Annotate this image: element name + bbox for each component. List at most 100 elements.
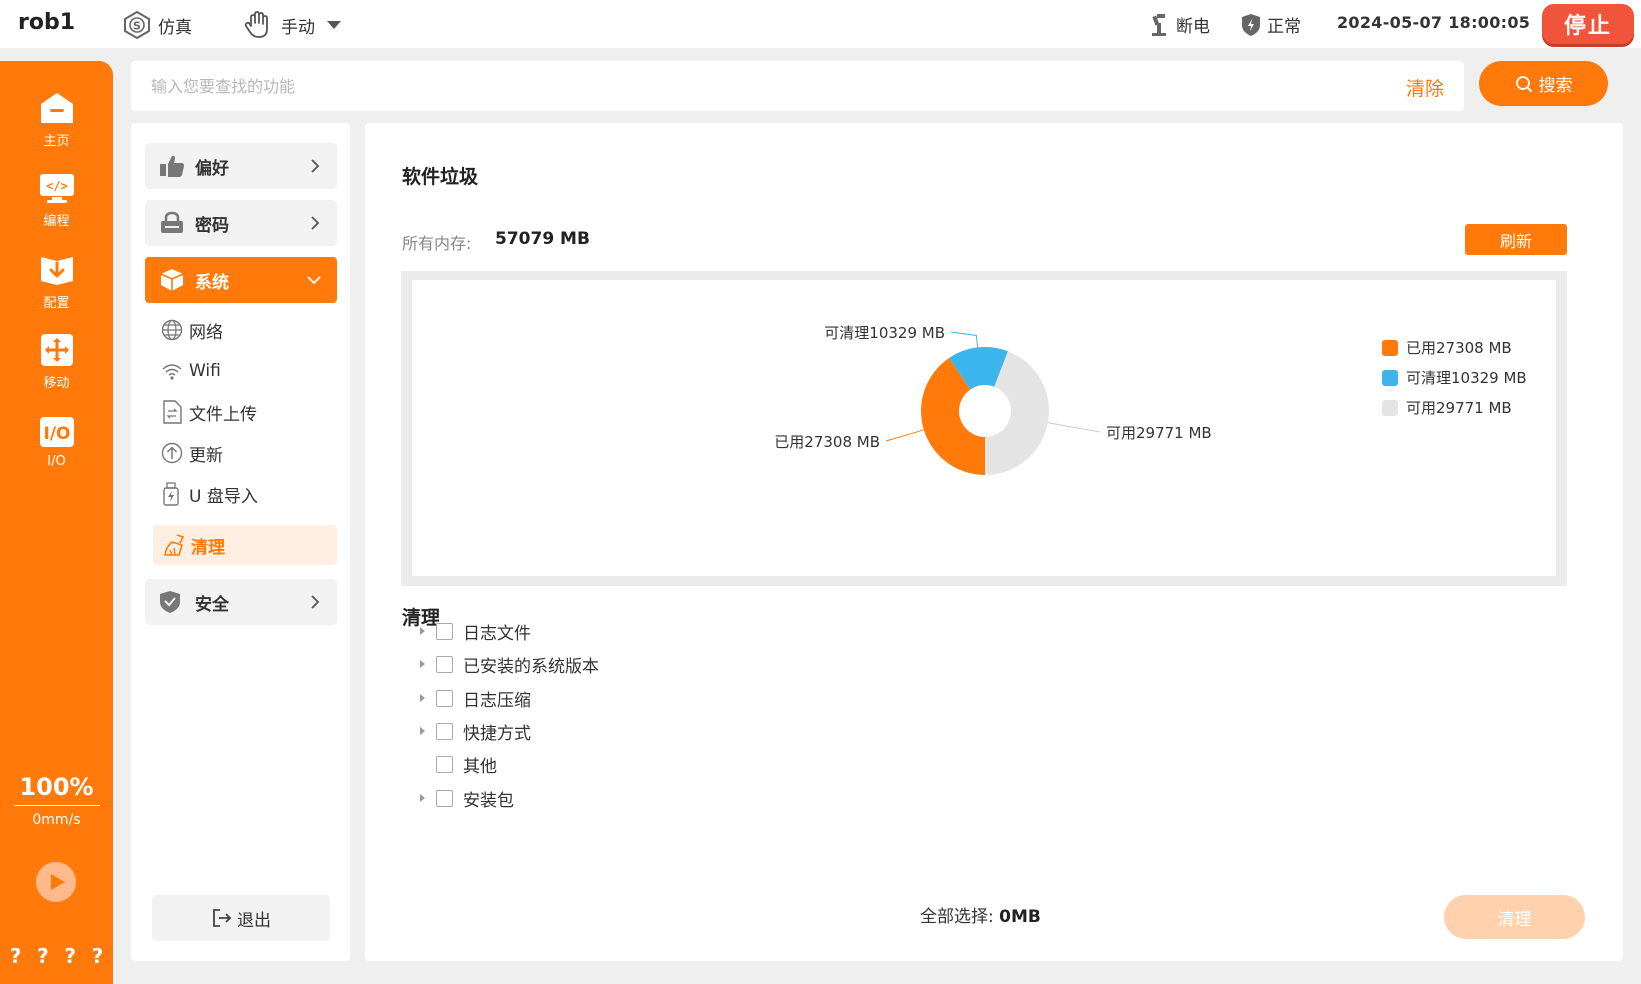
slice-label: 已用27308 MB bbox=[774, 433, 880, 451]
caret-right-icon[interactable] bbox=[412, 621, 432, 641]
chevron-right-icon bbox=[311, 159, 320, 173]
help-mark[interactable]: ? bbox=[64, 944, 76, 968]
cleanup-tree-label: 日志压缩 bbox=[463, 690, 531, 711]
menu-group-system[interactable]: 系统 bbox=[145, 257, 337, 303]
speed-display[interactable]: 100% 0mm/s bbox=[0, 773, 113, 828]
cleanup-tree-row[interactable]: 其他 bbox=[412, 750, 497, 778]
caret-down-icon bbox=[327, 21, 341, 29]
checkbox[interactable] bbox=[436, 689, 453, 707]
speed-divider bbox=[13, 805, 100, 806]
help-mark[interactable]: ? bbox=[10, 944, 22, 968]
globe-icon bbox=[161, 319, 185, 341]
safety-status: 正常 bbox=[1241, 12, 1301, 37]
chevron-down-icon bbox=[307, 276, 321, 285]
chevron-right-icon bbox=[311, 216, 320, 230]
stop-button[interactable]: 停止 bbox=[1542, 4, 1634, 44]
wifi-icon bbox=[161, 361, 185, 381]
menu-group-label: 密码 bbox=[195, 215, 229, 236]
legend-swatch bbox=[1382, 370, 1398, 386]
nav-item-io[interactable]: I/O I/O bbox=[0, 413, 113, 469]
settings-menu: 偏好 密码 系统 网络 Wifi 文件上传 更新 U 盘导入 清理 安全 bbox=[131, 123, 350, 961]
help-mark[interactable]: ? bbox=[37, 944, 49, 968]
cleanup-tree-row[interactable]: 已安装的系统版本 bbox=[412, 650, 599, 678]
nav-item-home[interactable]: 主页 bbox=[0, 89, 113, 149]
checkbox[interactable] bbox=[436, 789, 453, 807]
nav-item-program[interactable]: </> 编程 bbox=[0, 169, 113, 229]
thumbs-up-icon bbox=[159, 154, 187, 178]
sub-item-wifi[interactable]: Wifi bbox=[151, 351, 335, 391]
search-input[interactable] bbox=[151, 73, 1301, 99]
menu-group-preferences[interactable]: 偏好 bbox=[145, 143, 337, 189]
sub-item-label: 更新 bbox=[189, 445, 223, 466]
total-memory-value: 57079 MB bbox=[495, 229, 590, 249]
svg-text:I/O: I/O bbox=[43, 424, 70, 444]
nav-label: 移动 bbox=[43, 376, 70, 391]
search-button[interactable]: 搜索 bbox=[1479, 61, 1608, 106]
play-button[interactable] bbox=[36, 862, 76, 902]
sub-item-label: 文件上传 bbox=[189, 404, 257, 425]
manual-mode-dropdown[interactable]: 手动 bbox=[243, 10, 351, 40]
select-all-summary: 全部选择: 0MB bbox=[920, 902, 1041, 927]
sub-item-usb-import[interactable]: U 盘导入 bbox=[151, 474, 335, 514]
refresh-button[interactable]: 刷新 bbox=[1465, 224, 1567, 255]
file-upload-icon bbox=[161, 400, 185, 424]
menu-group-safety[interactable]: 安全 bbox=[145, 579, 337, 625]
logout-label: 退出 bbox=[237, 910, 271, 931]
checkbox[interactable] bbox=[436, 622, 453, 640]
simulation-icon: S bbox=[124, 10, 150, 40]
cleanup-tree-row[interactable]: 快捷方式 bbox=[412, 717, 531, 745]
sub-item-network[interactable]: 网络 bbox=[151, 310, 335, 350]
cleanup-tree-label: 安装包 bbox=[463, 790, 514, 811]
checkbox[interactable] bbox=[436, 655, 453, 673]
menu-group-label: 偏好 bbox=[195, 158, 229, 179]
nav-item-move[interactable]: 移动 bbox=[0, 331, 113, 391]
caret-right-icon[interactable] bbox=[412, 788, 432, 808]
cleanup-tree-row[interactable]: 日志压缩 bbox=[412, 684, 531, 712]
sub-item-cleanup[interactable]: 清理 bbox=[153, 525, 337, 565]
status-label: 正常 bbox=[1267, 17, 1301, 37]
memory-donut-chart: 已用27308 MB 可清理10329 MB 可用29771 MB 已用27308 M… bbox=[774, 324, 1527, 475]
shield-bolt-icon bbox=[1242, 13, 1260, 36]
checkbox[interactable] bbox=[436, 722, 453, 740]
io-icon: I/O bbox=[37, 413, 77, 451]
legend-label[interactable]: 已用27308 MB bbox=[1406, 339, 1512, 357]
help-marks: ? ? ? ? bbox=[0, 944, 113, 968]
cleanup-tree-label: 快捷方式 bbox=[463, 723, 531, 744]
cleanup-tree-label: 日志文件 bbox=[463, 623, 531, 644]
nav-item-config[interactable]: 配置 bbox=[0, 251, 113, 311]
caret-right-icon[interactable] bbox=[412, 654, 432, 674]
legend-label[interactable]: 可用29771 MB bbox=[1406, 399, 1512, 417]
clean-button[interactable]: 清理 bbox=[1444, 895, 1585, 939]
sub-item-update[interactable]: 更新 bbox=[151, 433, 335, 473]
select-all-label: 全部选择: bbox=[920, 907, 994, 927]
cleanup-tree-row[interactable]: 安装包 bbox=[412, 784, 514, 812]
speed-percent: 100% bbox=[19, 773, 94, 801]
cleanup-tree-label: 已安装的系统版本 bbox=[463, 656, 599, 677]
nav-label: 配置 bbox=[43, 296, 70, 311]
slice-leader-line bbox=[1047, 422, 1101, 433]
update-icon bbox=[161, 442, 185, 464]
caret-right-icon[interactable] bbox=[412, 688, 432, 708]
sub-item-label: 清理 bbox=[191, 537, 225, 558]
sub-item-file-upload[interactable]: 文件上传 bbox=[151, 392, 335, 432]
menu-group-label: 安全 bbox=[195, 594, 229, 615]
datetime: 2024-05-07 18:00:05 bbox=[1337, 13, 1531, 32]
slice-leader-line bbox=[950, 331, 979, 348]
simulation-mode[interactable]: S 仿真 bbox=[122, 10, 192, 40]
power-label: 断电 bbox=[1176, 17, 1210, 37]
legend-label[interactable]: 可清理10329 MB bbox=[1406, 369, 1527, 387]
cleanup-tree-row[interactable]: 日志文件 bbox=[412, 617, 531, 645]
home-icon bbox=[37, 89, 77, 127]
help-mark[interactable]: ? bbox=[92, 944, 104, 968]
menu-group-label: 系统 bbox=[195, 272, 229, 293]
broom-icon bbox=[163, 533, 187, 557]
logout-button[interactable]: 退出 bbox=[152, 895, 330, 941]
clear-search-link[interactable]: 清除 bbox=[1406, 74, 1444, 101]
code-icon: </> bbox=[37, 169, 77, 207]
search-button-label: 搜索 bbox=[1538, 76, 1573, 96]
sub-item-label: 网络 bbox=[189, 322, 223, 343]
checkbox[interactable] bbox=[436, 755, 453, 773]
caret-right-icon[interactable] bbox=[412, 721, 432, 741]
svg-text:</>: </> bbox=[46, 179, 68, 193]
menu-group-password[interactable]: 密码 bbox=[145, 200, 337, 246]
